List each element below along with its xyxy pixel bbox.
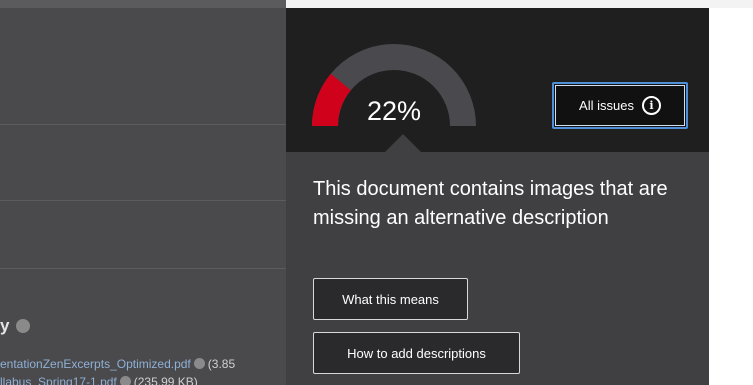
file-size: (235.99 KB) [133, 375, 198, 385]
how-to-add-descriptions-button[interactable]: How to add descriptions [313, 332, 520, 374]
background-heading: y [0, 316, 31, 336]
divider [0, 124, 286, 125]
background-top-strip [0, 0, 286, 8]
popover-pointer [385, 134, 421, 152]
what-this-means-label: What this means [342, 291, 439, 307]
status-dot-icon [193, 358, 205, 369]
file-link[interactable]: llabus_Spring17-1.pdf [0, 375, 117, 385]
status-dot-icon [16, 319, 31, 333]
all-issues-button[interactable]: All issues i [552, 82, 688, 129]
background-heading-text: y [0, 316, 10, 335]
score-percent: 22% [366, 96, 422, 126]
window-top-strip [286, 0, 753, 8]
gauge-fill [312, 73, 352, 126]
file-item[interactable]: llabus_Spring17-1.pdf (235.99 KB) [0, 375, 198, 385]
divider [0, 200, 286, 201]
screen: y entationZenExcerpts_Optimized.pdf (3.85… [0, 0, 753, 385]
file-size: (3.85 [207, 357, 236, 371]
info-icon: i [641, 96, 661, 115]
issue-message: This document contains images that are m… [313, 178, 668, 229]
page-backdrop [709, 8, 753, 385]
score-header: 22% All issues i [286, 8, 709, 152]
file-link[interactable]: entationZenExcerpts_Optimized.pdf [0, 357, 191, 371]
file-item[interactable]: entationZenExcerpts_Optimized.pdf (3.85 [0, 357, 235, 371]
how-to-add-descriptions-label: How to add descriptions [347, 345, 486, 361]
divider [0, 268, 286, 269]
all-issues-label: All issues [579, 98, 634, 113]
status-dot-icon [119, 376, 131, 385]
background-page: y entationZenExcerpts_Optimized.pdf (3.85… [0, 0, 286, 385]
accessibility-popover: 22% All issues i This document contains … [286, 8, 709, 385]
what-this-means-button[interactable]: What this means [313, 278, 468, 320]
